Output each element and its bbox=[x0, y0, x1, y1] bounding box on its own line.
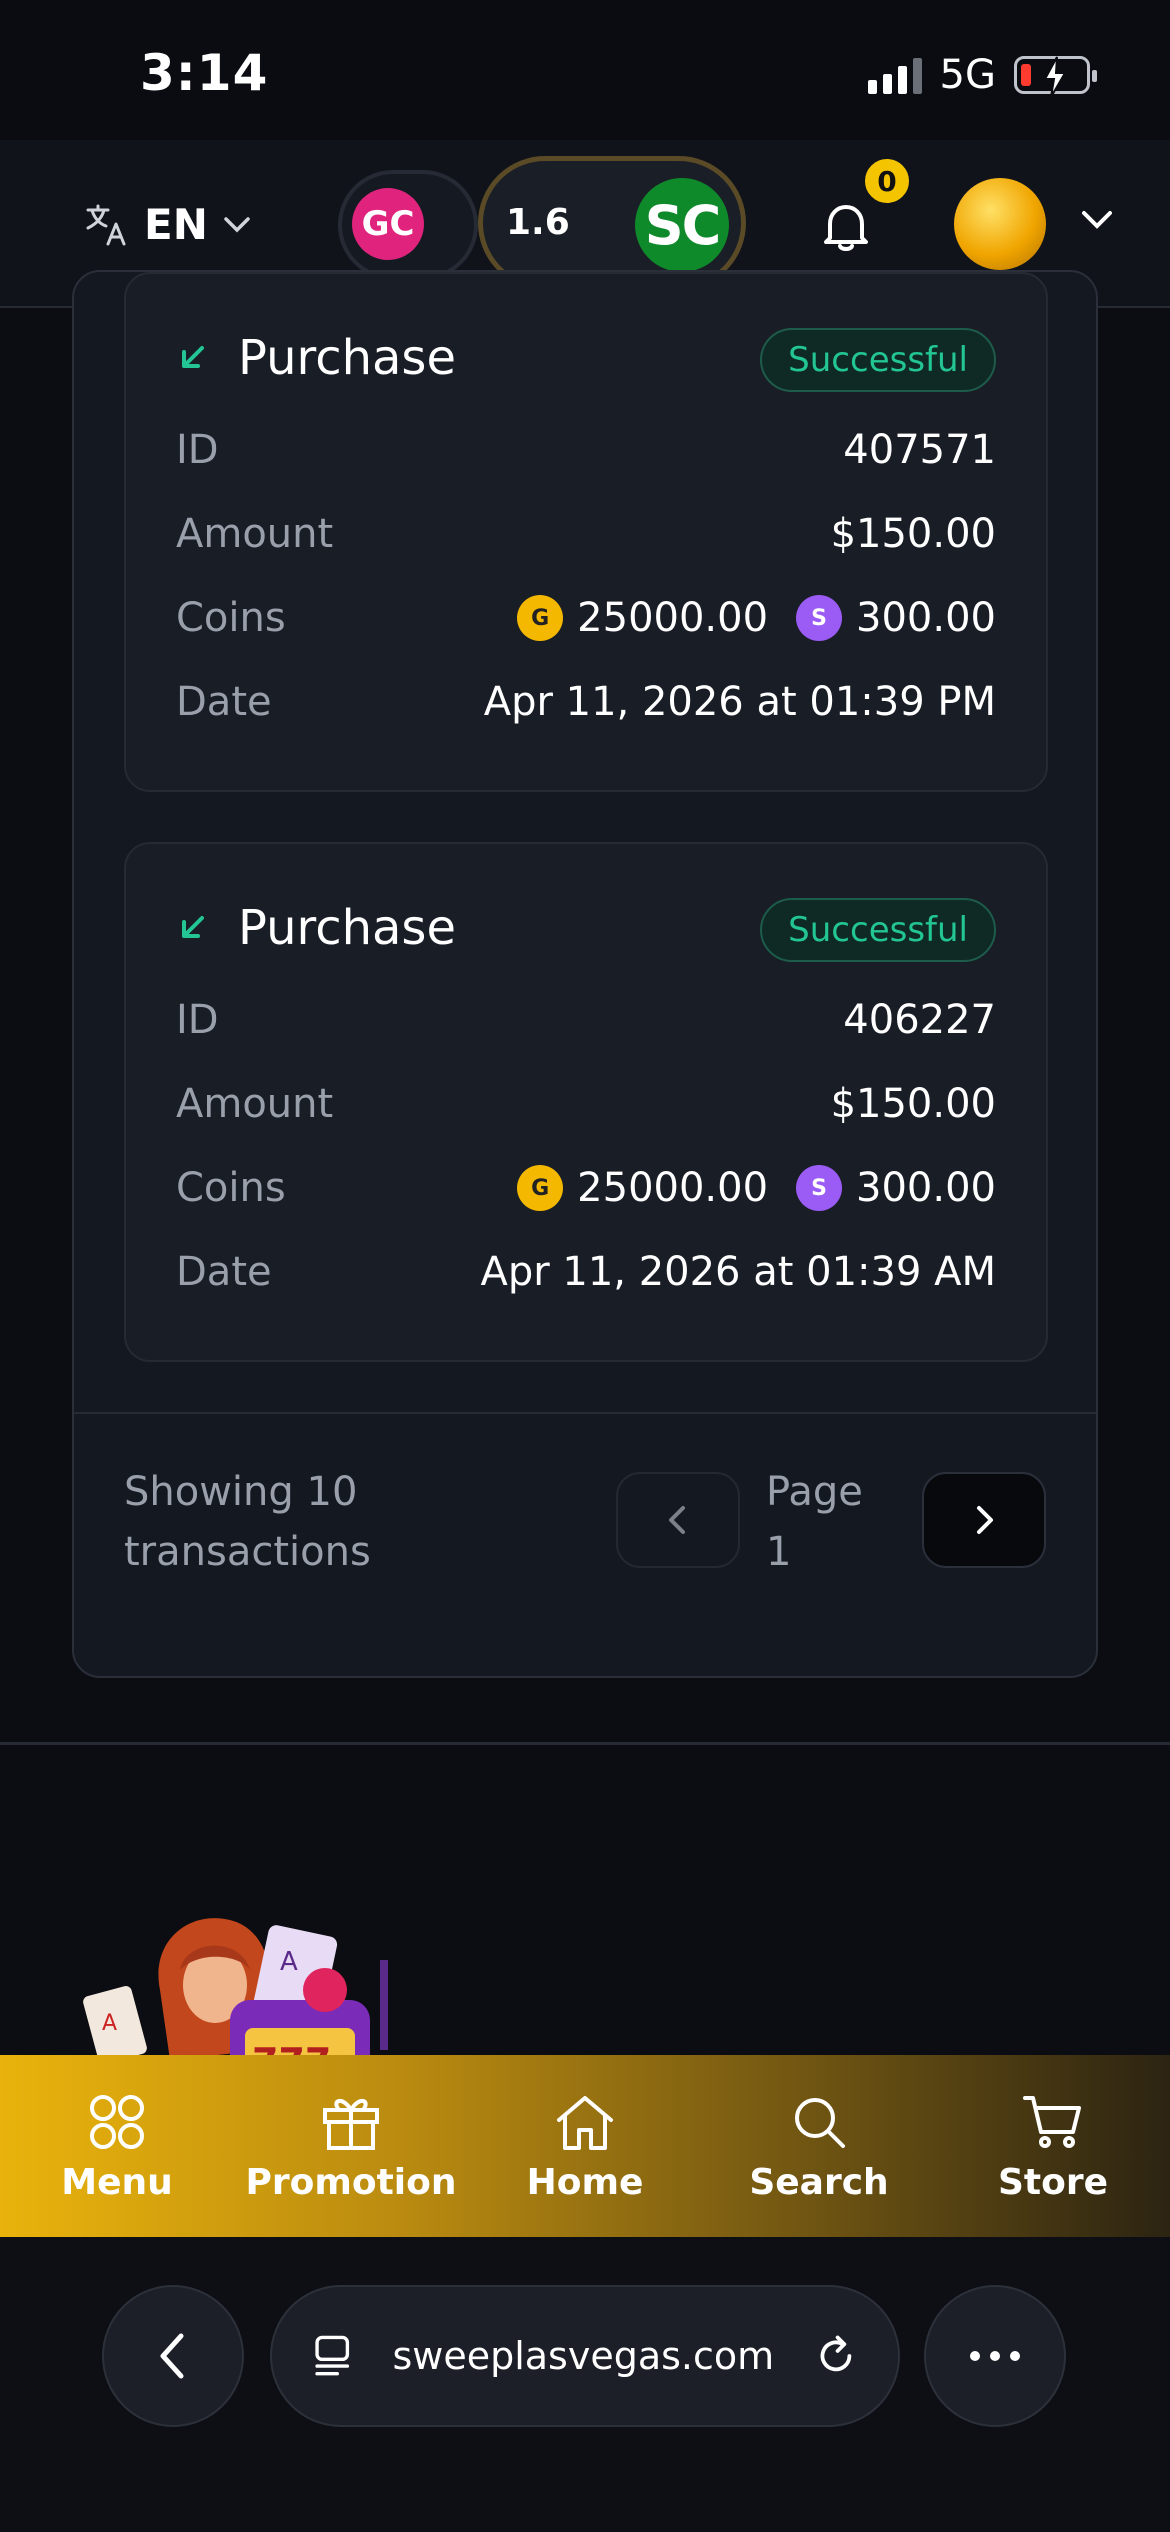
browser-toolbar: sweeplasvegas.com bbox=[0, 2237, 1170, 2532]
avatar[interactable] bbox=[954, 178, 1046, 270]
page-indicator: Page 1 bbox=[766, 1469, 863, 1575]
status-indicators: 5G bbox=[867, 52, 1097, 98]
transaction-header: Purchase bbox=[176, 330, 456, 386]
svg-text:777: 777 bbox=[252, 2040, 331, 2055]
transaction-coins-row: Coins G 25000.00 S 300.00 bbox=[176, 1158, 996, 1218]
transaction-card: Purchase Successful ID 406227 Amount $15… bbox=[124, 842, 1048, 1362]
svg-text:A: A bbox=[280, 1947, 298, 1977]
translate-icon bbox=[86, 204, 126, 245]
sc-coin-badge[interactable]: SC bbox=[635, 178, 729, 272]
nav-menu-label: Menu bbox=[61, 2161, 173, 2203]
id-label: ID bbox=[176, 427, 219, 473]
tabs-icon bbox=[315, 2335, 350, 2376]
gold-coins-amount: 25000.00 bbox=[577, 1165, 769, 1211]
next-page-button[interactable] bbox=[922, 1472, 1046, 1568]
chevron-down-icon[interactable] bbox=[1080, 208, 1114, 232]
transaction-header: Purchase bbox=[176, 900, 456, 956]
transaction-id-row: ID 406227 bbox=[176, 990, 996, 1050]
chevron-left-icon bbox=[669, 1506, 685, 1534]
transactions-panel: Purchase Successful ID 407571 Amount $15… bbox=[72, 270, 1098, 1678]
status-time: 3:14 bbox=[140, 44, 269, 102]
transaction-id-row: ID 407571 bbox=[176, 420, 996, 480]
section-divider bbox=[0, 1742, 1170, 1745]
arrow-down-left-icon bbox=[182, 916, 204, 938]
nav-store-label: Store bbox=[997, 2161, 1109, 2203]
sweep-coins-amount: 300.00 bbox=[856, 595, 996, 641]
transaction-amount-row: Amount $150.00 bbox=[176, 1074, 996, 1134]
gold-coin-icon: G bbox=[517, 595, 564, 641]
amount-label: Amount bbox=[176, 511, 334, 557]
transaction-date-row: Date Apr 11, 2026 at 01:39 PM bbox=[176, 672, 996, 732]
cart-icon bbox=[1023, 2095, 1081, 2148]
date-value: Apr 11, 2026 at 01:39 AM bbox=[480, 1249, 996, 1295]
date-label: Date bbox=[176, 679, 272, 725]
id-value: 407571 bbox=[843, 427, 996, 473]
coins-value: G 25000.00 S 300.00 bbox=[517, 595, 996, 641]
panel-divider bbox=[74, 1412, 1096, 1414]
gold-coin-icon: G bbox=[517, 1165, 564, 1211]
gc-coin-badge[interactable]: GC bbox=[352, 188, 424, 260]
showing-count: Showing 10 transactions bbox=[124, 1469, 371, 1575]
nav-menu[interactable]: Menu bbox=[17, 2090, 217, 2203]
chevron-right-icon bbox=[977, 1506, 993, 1534]
address-bar[interactable]: sweeplasvegas.com bbox=[270, 2285, 900, 2427]
notification-count-badge: 0 bbox=[862, 156, 912, 206]
arrow-down-left-icon bbox=[182, 346, 204, 368]
amount-value: $150.00 bbox=[830, 1081, 996, 1127]
chevron-down-icon bbox=[224, 216, 250, 232]
more-icon bbox=[970, 2351, 980, 2361]
status-badge: Successful bbox=[760, 328, 996, 392]
battery-icon bbox=[1014, 56, 1097, 98]
language-label: EN bbox=[144, 200, 208, 249]
date-value: Apr 11, 2026 at 01:39 PM bbox=[483, 679, 996, 725]
home-icon bbox=[557, 2095, 613, 2150]
language-selector[interactable]: EN bbox=[84, 200, 252, 249]
bottom-navigation: Menu Promotion Home Search Store bbox=[0, 2055, 1170, 2237]
nav-promotion[interactable]: Promotion bbox=[245, 2090, 457, 2203]
more-options-button[interactable] bbox=[924, 2285, 1066, 2427]
signal-icon bbox=[867, 56, 922, 94]
search-icon bbox=[795, 2097, 845, 2148]
reload-icon[interactable] bbox=[814, 2330, 858, 2382]
nav-promotion-label: Promotion bbox=[245, 2161, 457, 2203]
chevron-left-icon bbox=[160, 2333, 184, 2379]
bell-icon[interactable] bbox=[816, 196, 876, 256]
id-value: 406227 bbox=[843, 997, 996, 1043]
gold-coins-amount: 25000.00 bbox=[577, 595, 769, 641]
nav-search-label: Search bbox=[749, 2161, 889, 2203]
gift-icon bbox=[323, 2098, 379, 2150]
transaction-date-row: Date Apr 11, 2026 at 01:39 AM bbox=[176, 1242, 996, 1302]
grid-icon bbox=[90, 2094, 144, 2149]
transaction-type: Purchase bbox=[238, 330, 456, 386]
sc-balance-amount: 1.6 bbox=[506, 202, 570, 243]
coins-label: Coins bbox=[176, 1165, 286, 1211]
status-bar: 3:14 5G bbox=[0, 0, 1170, 140]
nav-store[interactable]: Store bbox=[953, 2090, 1153, 2203]
coins-label: Coins bbox=[176, 595, 286, 641]
transaction-type: Purchase bbox=[238, 900, 456, 956]
nav-home-label: Home bbox=[526, 2161, 644, 2203]
nav-search[interactable]: Search bbox=[719, 2090, 919, 2203]
date-label: Date bbox=[176, 1249, 272, 1295]
previous-page-button[interactable] bbox=[616, 1472, 740, 1568]
network-type: 5G bbox=[939, 52, 996, 98]
casino-promo-illustration: A A 777 bbox=[80, 1900, 420, 2055]
transaction-card: Purchase Successful ID 407571 Amount $15… bbox=[124, 272, 1048, 792]
url-text: sweeplasvegas.com bbox=[392, 2334, 775, 2378]
transaction-amount-row: Amount $150.00 bbox=[176, 504, 996, 564]
nav-home[interactable]: Home bbox=[485, 2090, 685, 2203]
sweep-coin-icon: S bbox=[796, 595, 843, 641]
sweep-coin-icon: S bbox=[796, 1165, 843, 1211]
status-badge: Successful bbox=[760, 898, 996, 962]
browser-back-button[interactable] bbox=[102, 2285, 244, 2427]
id-label: ID bbox=[176, 997, 219, 1043]
sweep-coins-amount: 300.00 bbox=[856, 1165, 996, 1211]
transactions-section: Purchase Successful ID 407571 Amount $15… bbox=[0, 270, 1170, 1742]
transaction-coins-row: Coins G 25000.00 S 300.00 bbox=[176, 588, 996, 648]
amount-label: Amount bbox=[176, 1081, 334, 1127]
svg-text:A: A bbox=[102, 2011, 117, 2036]
coins-value: G 25000.00 S 300.00 bbox=[517, 1165, 996, 1211]
amount-value: $150.00 bbox=[830, 511, 996, 557]
